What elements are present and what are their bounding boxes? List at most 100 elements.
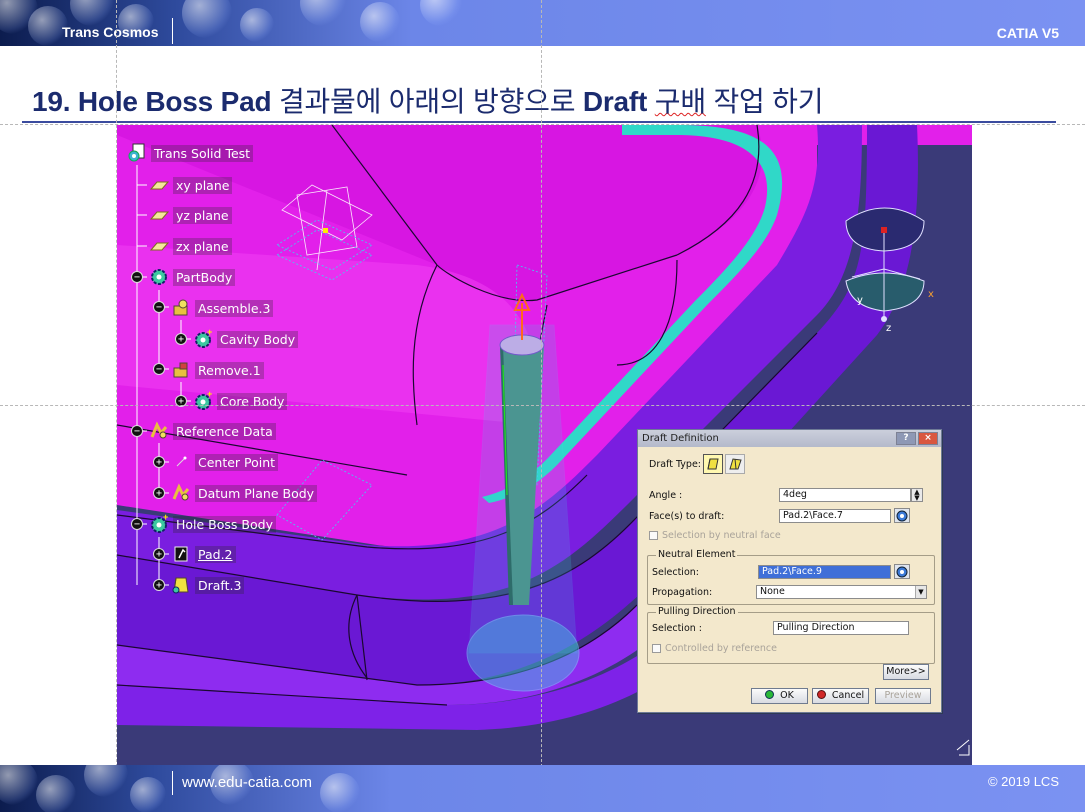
neutral-element-group-label: Neutral Element xyxy=(656,549,738,560)
expand-toggle-center-point[interactable]: + xyxy=(153,456,165,468)
neutral-selection-input[interactable]: Pad.2\Face.9 xyxy=(758,565,891,579)
pulling-direction-input[interactable]: Pulling Direction xyxy=(773,621,909,635)
draft-icon xyxy=(171,575,191,595)
tree-label-yz-plane: yz plane xyxy=(173,206,232,224)
cancel-button-label: Cancel xyxy=(831,690,865,701)
faces-to-draft-input[interactable]: Pad.2\Face.7 xyxy=(779,509,891,523)
help-icon[interactable]: ? xyxy=(896,432,916,445)
controlled-by-reference-option[interactable]: Controlled by reference xyxy=(652,643,777,654)
collapse-toggle-reference[interactable]: − xyxy=(131,425,143,437)
expand-toggle-pad[interactable]: + xyxy=(153,548,165,560)
tree-label-center-point: Center Point xyxy=(195,453,279,471)
multi-selection-icon xyxy=(896,566,908,578)
pulling-direction-group: Pulling Direction xyxy=(647,606,935,664)
tree-node-assemble[interactable]: Assemble.3 xyxy=(171,299,274,317)
tree-node-partbody[interactable]: PartBody xyxy=(149,267,236,287)
draft-constant-icon xyxy=(707,458,719,470)
angle-label: Angle : xyxy=(649,490,683,501)
dialog-title: Draft Definition xyxy=(642,433,719,444)
title-korean-part: 결과물에 아래의 방향으로 xyxy=(271,86,583,117)
pulling-direction-group-label: Pulling Direction xyxy=(656,606,738,617)
draft-type-variable-button[interactable] xyxy=(725,454,745,474)
pulling-selection-label: Selection : xyxy=(652,623,703,634)
body-gear-icon: + xyxy=(193,329,213,349)
catia-3d-viewport[interactable]: y x z Trans Solid Test xy plane yz plane… xyxy=(117,125,972,765)
plane-icon xyxy=(149,205,169,225)
svg-text:+: + xyxy=(163,514,168,522)
draft-type-label: Draft Type: xyxy=(649,458,701,470)
tree-node-core-body[interactable]: + Core Body xyxy=(193,391,288,410)
tree-node-cavity-body[interactable]: + Cavity Body xyxy=(193,329,299,349)
close-icon[interactable]: × xyxy=(918,432,938,445)
tree-node-reference-data[interactable]: Reference Data xyxy=(149,421,276,441)
preview-button[interactable]: Preview xyxy=(875,688,931,704)
collapse-toggle-remove[interactable]: − xyxy=(153,363,165,375)
bubble-decoration xyxy=(182,0,232,38)
bubble-decoration xyxy=(130,777,166,812)
tree-label-xy-plane: xy plane xyxy=(173,176,233,194)
tree-label-assemble: Assemble.3 xyxy=(195,299,274,317)
cancel-button[interactable]: Cancel xyxy=(812,688,869,704)
more-button[interactable]: More>> xyxy=(883,664,929,680)
guide-line xyxy=(0,405,1085,406)
faces-selector-button[interactable] xyxy=(894,508,910,523)
tree-node-hole-boss-body[interactable]: + Hole Boss Body xyxy=(149,514,276,534)
selection-by-neutral-face-checkbox[interactable] xyxy=(649,531,658,540)
dialog-title-bar[interactable]: Draft Definition ? × xyxy=(638,430,941,447)
ok-button[interactable]: OK xyxy=(751,688,808,704)
tree-node-datum-plane-body[interactable]: Datum Plane Body xyxy=(171,483,318,502)
tree-label-root: Trans Solid Test xyxy=(151,144,254,162)
tree-node-draft[interactable]: Draft.3 xyxy=(171,575,245,595)
footer-copyright: © 2019 LCS xyxy=(987,774,1059,789)
collapse-toggle-partbody[interactable]: − xyxy=(131,271,143,283)
body-gear-icon: + xyxy=(149,514,169,534)
svg-text:+: + xyxy=(207,391,212,399)
tree-node-yz-plane[interactable]: yz plane xyxy=(149,206,232,224)
tree-node-pad[interactable]: Pad.2 xyxy=(171,545,236,563)
specification-tree: Trans Solid Test xy plane yz plane zx pl… xyxy=(117,125,417,765)
svg-text:+: + xyxy=(207,329,212,337)
controlled-by-reference-label: Controlled by reference xyxy=(665,643,777,654)
pad-icon xyxy=(171,544,191,564)
propagation-dropdown[interactable]: None ▼ xyxy=(756,585,927,599)
neutral-selector-button[interactable] xyxy=(894,564,910,579)
tree-label-cavity-body: Cavity Body xyxy=(217,330,299,348)
ok-icon xyxy=(765,690,775,699)
angle-input[interactable]: 4deg xyxy=(779,488,911,502)
tree-label-draft: Draft.3 xyxy=(195,576,245,594)
header-product-label: CATIA V5 xyxy=(996,25,1059,41)
footer-separator xyxy=(172,771,173,795)
tree-node-root[interactable]: Trans Solid Test xyxy=(127,143,254,162)
angle-spinner[interactable]: ▲ ▼ xyxy=(911,488,923,502)
collapse-toggle-assemble[interactable]: − xyxy=(153,301,165,313)
tree-node-xy-plane[interactable]: xy plane xyxy=(149,176,233,194)
collapse-toggle-hole-boss[interactable]: − xyxy=(131,518,143,530)
tree-label-remove: Remove.1 xyxy=(195,361,264,379)
expand-toggle-cavity[interactable]: + xyxy=(175,333,187,345)
controlled-by-reference-checkbox[interactable] xyxy=(652,644,661,653)
ok-button-label: OK xyxy=(780,690,794,701)
tree-label-reference-data: Reference Data xyxy=(173,422,276,440)
title-draft-word: Draft xyxy=(582,86,648,117)
body-gear-icon xyxy=(149,267,169,287)
tree-label-datum-plane-body: Datum Plane Body xyxy=(195,484,318,502)
chevron-down-icon[interactable]: ▼ xyxy=(915,586,926,598)
header-separator xyxy=(172,18,173,44)
bubble-decoration xyxy=(360,2,400,42)
tree-node-remove[interactable]: Remove.1 xyxy=(171,361,264,379)
draft-type-row: Draft Type: xyxy=(649,454,745,474)
bubble-decoration xyxy=(240,8,274,42)
multi-selection-icon xyxy=(896,510,908,522)
tree-node-center-point[interactable]: Center Point xyxy=(171,453,279,471)
draft-type-constant-button[interactable] xyxy=(703,454,723,474)
orientation-compass[interactable]: y x z xyxy=(842,207,942,337)
footer-website[interactable]: www.edu-catia.com xyxy=(182,774,312,791)
header-company-label: Trans Cosmos xyxy=(62,24,159,40)
expand-toggle-datum-plane[interactable]: + xyxy=(153,487,165,499)
tree-node-zx-plane[interactable]: zx plane xyxy=(149,237,232,255)
expand-toggle-draft[interactable]: + xyxy=(153,579,165,591)
geometrical-set-icon xyxy=(149,421,169,441)
plane-icon xyxy=(149,236,169,256)
selection-by-neutral-face-option[interactable]: Selection by neutral face xyxy=(649,530,781,541)
slide-footer-bar: www.edu-catia.com © 2019 LCS xyxy=(0,765,1085,812)
